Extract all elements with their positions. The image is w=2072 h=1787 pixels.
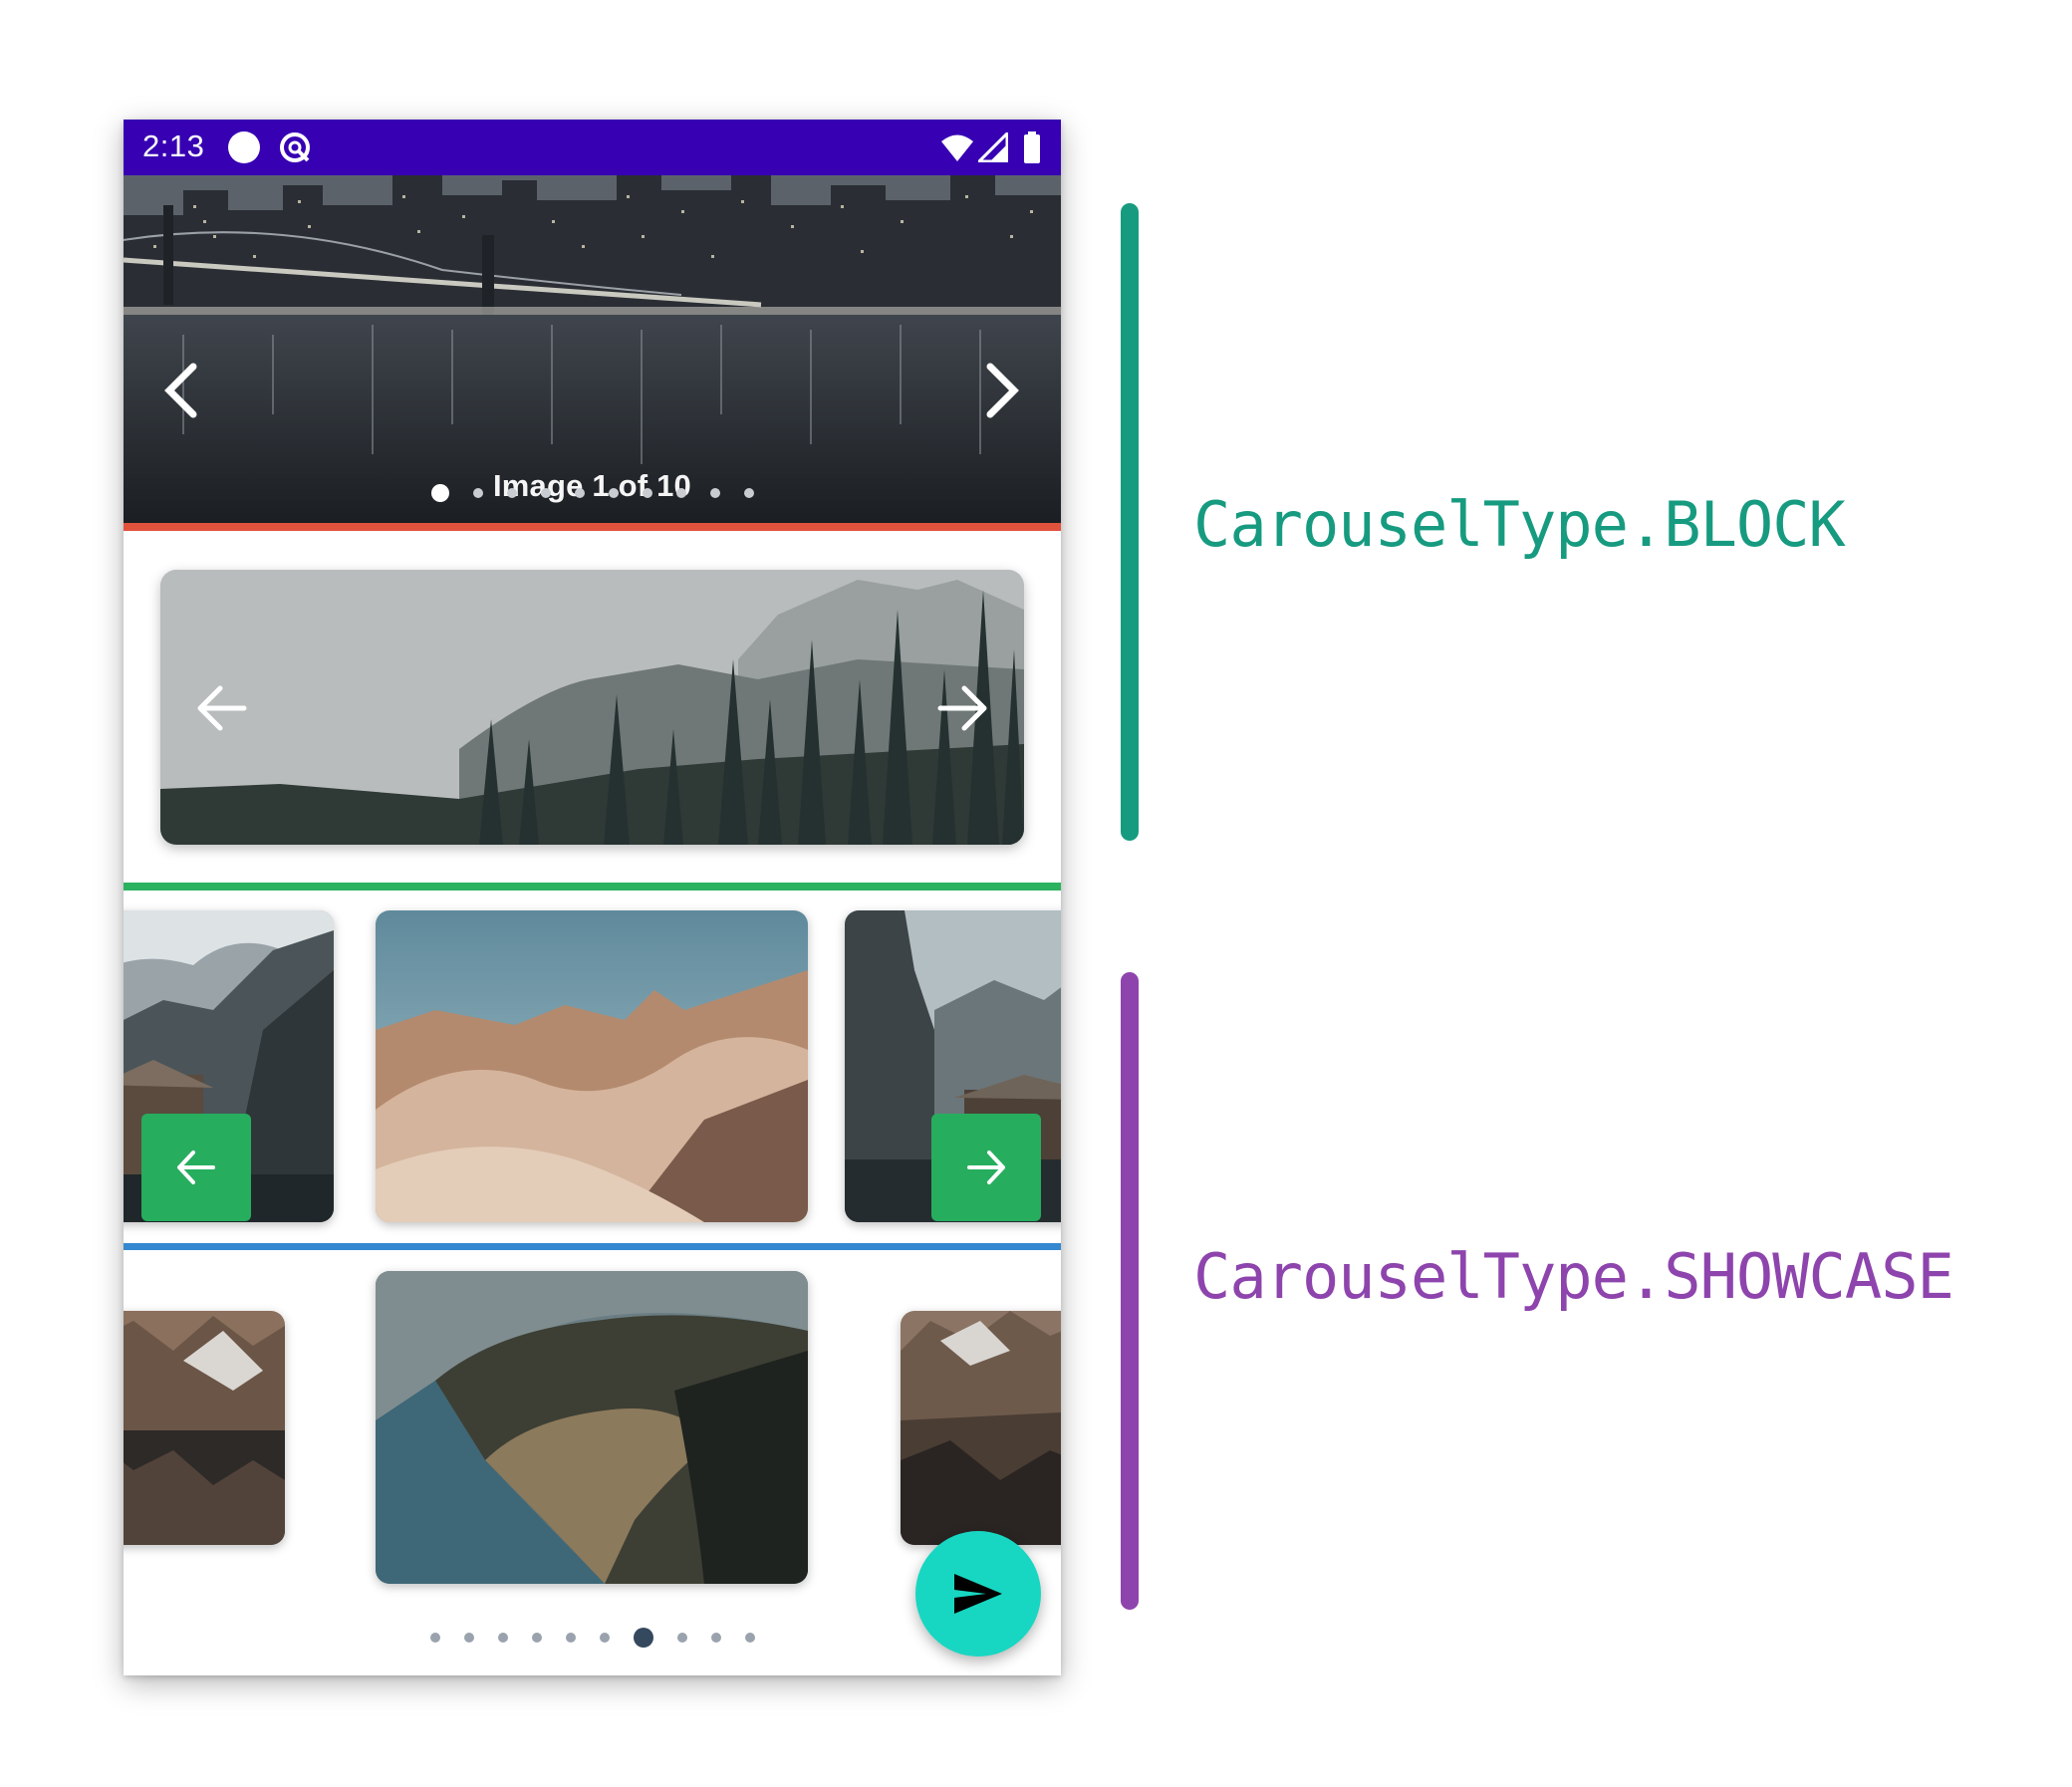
carousel-item-coastline[interactable] (376, 1271, 808, 1584)
lake-reflection-image (901, 1311, 1061, 1545)
page-dot[interactable] (709, 488, 720, 498)
page-dot[interactable] (565, 1633, 576, 1643)
notification-dot-icon (227, 120, 261, 175)
coastline-image (376, 1271, 808, 1584)
page-dot[interactable] (675, 488, 686, 498)
showcase-next-button[interactable] (931, 1114, 1041, 1221)
phone-screen: 2:13 Image 1 of 10 (124, 120, 1061, 1675)
page-dot[interactable] (642, 488, 652, 498)
desert-mountains-image (376, 910, 808, 1222)
page-dot[interactable] (744, 1633, 755, 1643)
wifi-icon (940, 120, 974, 175)
divider-green (124, 883, 1061, 891)
forest-image (160, 570, 1024, 845)
chevron-right-icon[interactable] (978, 361, 1028, 425)
page-dot[interactable] (710, 1633, 721, 1643)
block-bracket-bar (1121, 203, 1139, 841)
showcase-type-label: CarouselType.SHOWCASE (1193, 1240, 1954, 1313)
page-dot[interactable] (599, 1633, 610, 1643)
page-dot[interactable] (574, 488, 585, 498)
page-dot[interactable] (506, 488, 517, 498)
block-page-indicator (124, 484, 1061, 502)
showcase-prev-button[interactable] (141, 1114, 251, 1221)
carousel-item-desert[interactable] (376, 910, 808, 1222)
chevron-left-icon[interactable] (155, 361, 205, 425)
page-dot[interactable] (608, 488, 619, 498)
page-dot-active[interactable] (633, 1628, 653, 1648)
arrow-right-icon[interactable] (932, 681, 992, 740)
status-time: 2:13 (142, 128, 205, 163)
carousel-item-lake-reflection-right[interactable] (901, 1311, 1061, 1545)
status-bar: 2:13 (124, 120, 1061, 175)
arrow-right-icon (967, 1150, 1005, 1184)
divider-red (124, 523, 1061, 531)
showcase-bracket-bar (1121, 972, 1139, 1610)
page-dot[interactable] (497, 1633, 508, 1643)
page-dot[interactable] (531, 1633, 542, 1643)
page-dot-active[interactable] (430, 484, 449, 502)
page-dot[interactable] (472, 488, 483, 498)
page-dot[interactable] (429, 1633, 440, 1643)
send-icon (954, 1574, 1002, 1614)
lake-reflection-image (124, 1311, 285, 1545)
battery-icon (1023, 120, 1041, 175)
signal-icon (978, 120, 1008, 175)
page-dot[interactable] (540, 488, 551, 498)
divider-blue (124, 1243, 1061, 1250)
page-dot[interactable] (676, 1633, 687, 1643)
block-type-label: CarouselType.BLOCK (1193, 488, 1846, 561)
carousel-block-photo[interactable]: Image 1 of 10 (124, 175, 1061, 523)
page-dot[interactable] (743, 488, 754, 498)
page-dot[interactable] (463, 1633, 474, 1643)
arrow-left-icon[interactable] (192, 681, 252, 740)
carousel-item-lake-reflection-left[interactable] (124, 1311, 285, 1545)
data-saver-icon (278, 120, 312, 175)
carousel-forest-card[interactable] (160, 570, 1024, 845)
showcase-page-indicator (124, 1628, 1061, 1648)
arrow-left-icon (177, 1150, 215, 1184)
